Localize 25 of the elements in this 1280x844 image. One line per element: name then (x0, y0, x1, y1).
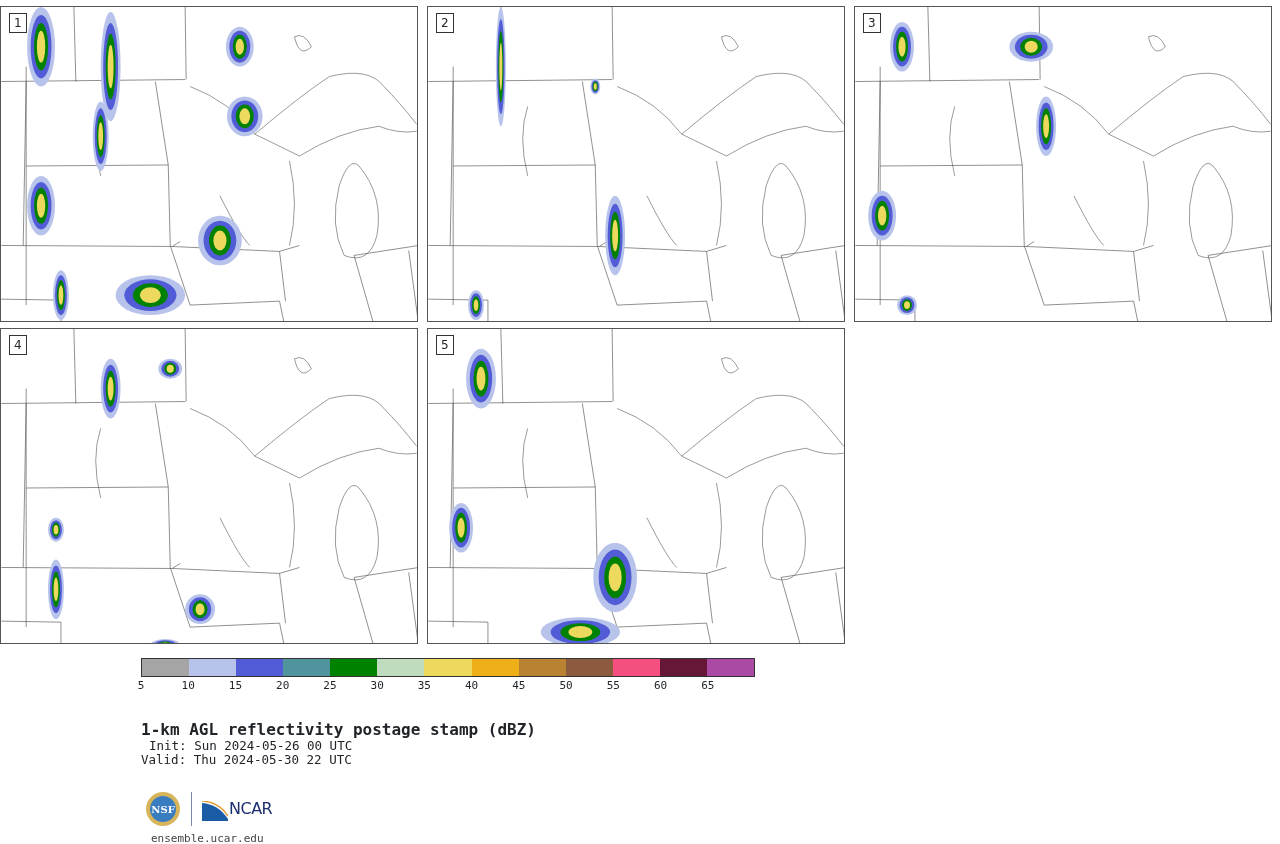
colorbar-tick-label: 55 (606, 679, 620, 693)
panel-number: 3 (863, 13, 881, 33)
figure-title: 1-km AGL reflectivity postage stamp (dBZ) (141, 721, 537, 739)
colorbar-tick-label: 15 (228, 679, 243, 693)
colorbar-tick-label: 65 (701, 679, 715, 693)
init-time: Init: Sun 2024-05-26 00 UTC (148, 739, 354, 753)
nsf-logo-text: NSF (151, 804, 175, 815)
panel-number: 4 (9, 335, 27, 355)
colorbar-tick-label: 20 (276, 679, 290, 693)
valid-time: Valid: Thu 2024-05-30 22 UTC (141, 753, 353, 767)
colorbar-tick-label: 40 (465, 679, 479, 693)
colorbar-tick-label: 30 (370, 679, 384, 693)
panel-number: 5 (436, 335, 454, 355)
colorbar-tick-label: 5 (137, 679, 145, 693)
website-url: ensemble.ucar.edu (151, 831, 265, 844)
colorbar-tick-label: 35 (417, 679, 431, 693)
panel-number: 2 (436, 13, 454, 33)
colorbar-tick-label: 10 (181, 679, 195, 693)
panel-number: 1 (9, 13, 27, 33)
ncar-logo-icon (202, 801, 228, 821)
colorbar-tick-label: 25 (323, 679, 337, 693)
colorbar-tick-label: 45 (512, 679, 526, 693)
colorbar-tick-label: 50 (559, 679, 573, 693)
ncar-logo-text: NCAR (229, 798, 273, 820)
colorbar-tick-label: 60 (653, 679, 668, 693)
